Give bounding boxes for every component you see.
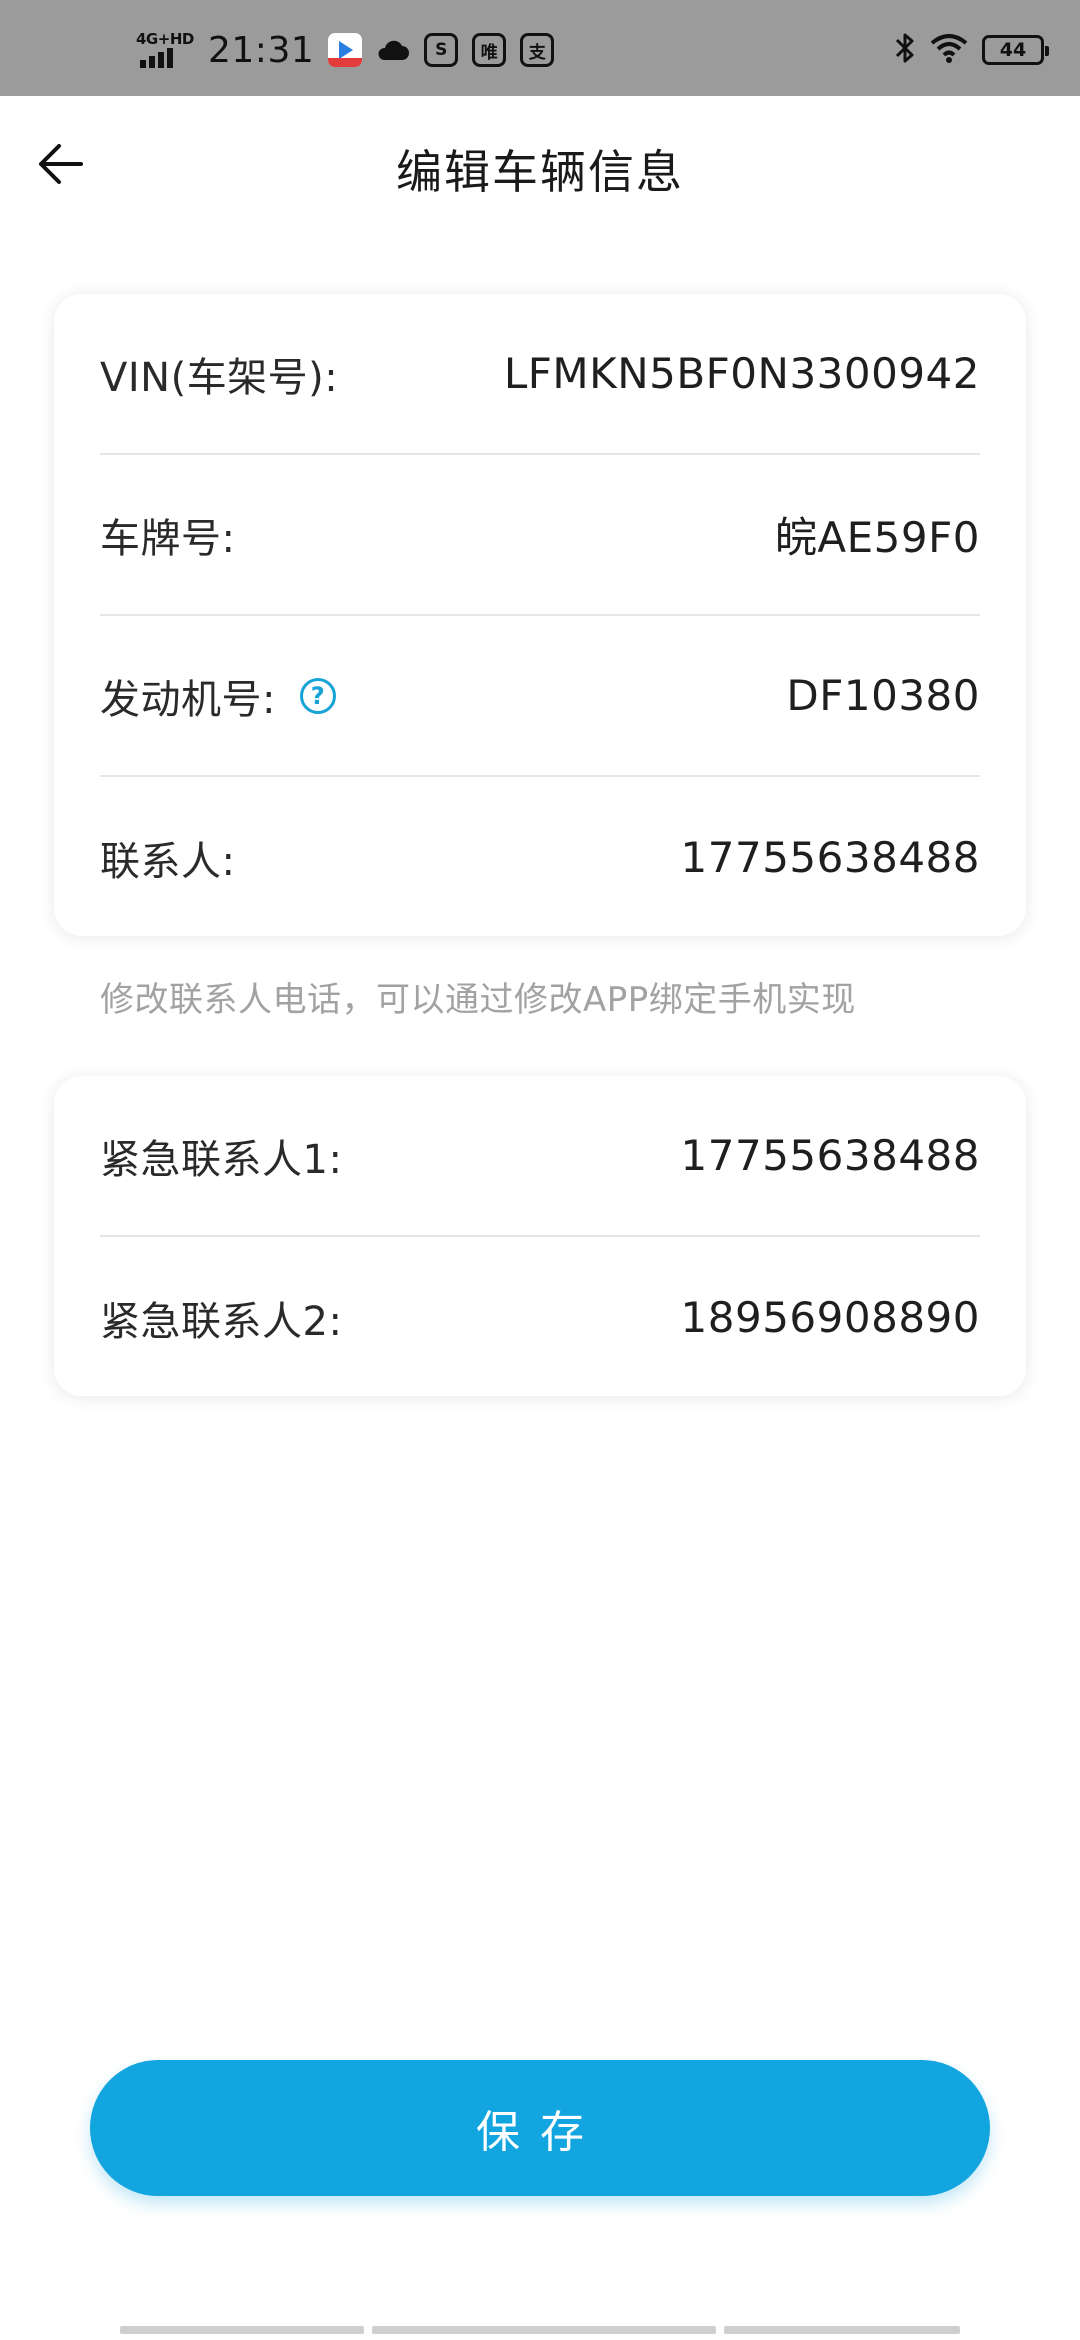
vin-row[interactable]: VIN(车架号): LFMKN5BF0N3300942 — [100, 294, 980, 455]
header: 编辑车辆信息 — [0, 96, 1080, 240]
page-title: 编辑车辆信息 — [396, 145, 684, 199]
emergency-contacts-card: 紧急联系人1: 17755638488 紧急联系人2: 18956908890 — [54, 1076, 1026, 1396]
video-app-icon — [328, 33, 363, 67]
engine-row[interactable]: 发动机号: ? DF10380 — [100, 616, 980, 777]
vin-label: VIN(车架号): — [100, 354, 339, 401]
navigation-bar — [120, 2326, 960, 2334]
plate-label: 车牌号: — [100, 515, 236, 562]
emergency-contact-1-row[interactable]: 紧急联系人1: 17755638488 — [100, 1076, 980, 1237]
plate-row[interactable]: 车牌号: 皖AE59F0 — [100, 455, 980, 616]
emergency-contact-2-row[interactable]: 紧急联系人2: 18956908890 — [100, 1237, 980, 1398]
contact-label: 联系人: — [100, 838, 236, 885]
zhi-app-icon: 支 — [520, 33, 555, 67]
status-bar-right: 44 — [894, 30, 1049, 70]
nav-segment — [120, 2326, 364, 2334]
save-button[interactable]: 保存 — [90, 2060, 990, 2196]
emergency-contact-2-label: 紧急联系人2: — [100, 1298, 343, 1345]
wei-app-icon: 唯 — [472, 33, 507, 67]
nav-segment — [372, 2326, 716, 2334]
cloud-icon — [376, 33, 410, 67]
emergency-contact-2-value[interactable]: 18956908890 — [681, 1293, 980, 1342]
engine-label-wrap: 发动机号: ? — [100, 667, 336, 725]
vehicle-info-card: VIN(车架号): LFMKN5BF0N3300942 车牌号: 皖AE59F0… — [54, 294, 1026, 936]
status-bar: 4G+HD 21:31 S 唯 支 44 — [0, 0, 1080, 96]
status-bar-left: 4G+HD 21:31 S 唯 支 — [136, 28, 555, 72]
engine-label: 发动机号: — [100, 676, 276, 723]
battery-level: 44 — [999, 39, 1027, 61]
help-icon[interactable]: ? — [299, 677, 336, 714]
battery-icon: 44 — [982, 35, 1049, 65]
contact-row: 联系人: 17755638488 — [100, 777, 980, 938]
s-app-icon: S — [424, 33, 459, 67]
wifi-icon — [930, 33, 968, 67]
emergency-contact-1-label: 紧急联系人1: — [100, 1136, 343, 1183]
bluetooth-icon — [894, 31, 916, 69]
contact-hint: 修改联系人电话，可以通过修改APP绑定手机实现 — [100, 980, 856, 1020]
engine-value[interactable]: DF10380 — [786, 671, 980, 720]
vin-value[interactable]: LFMKN5BF0N3300942 — [504, 349, 980, 398]
status-time: 21:31 — [208, 29, 315, 71]
contact-value: 17755638488 — [680, 833, 980, 882]
nav-segment — [724, 2326, 960, 2334]
emergency-contact-1-value[interactable]: 17755638488 — [681, 1131, 980, 1180]
plate-value[interactable]: 皖AE59F0 — [775, 504, 980, 565]
network-type: 4G+HD — [136, 30, 194, 48]
network-signal-icon: 4G+HD — [136, 30, 194, 70]
